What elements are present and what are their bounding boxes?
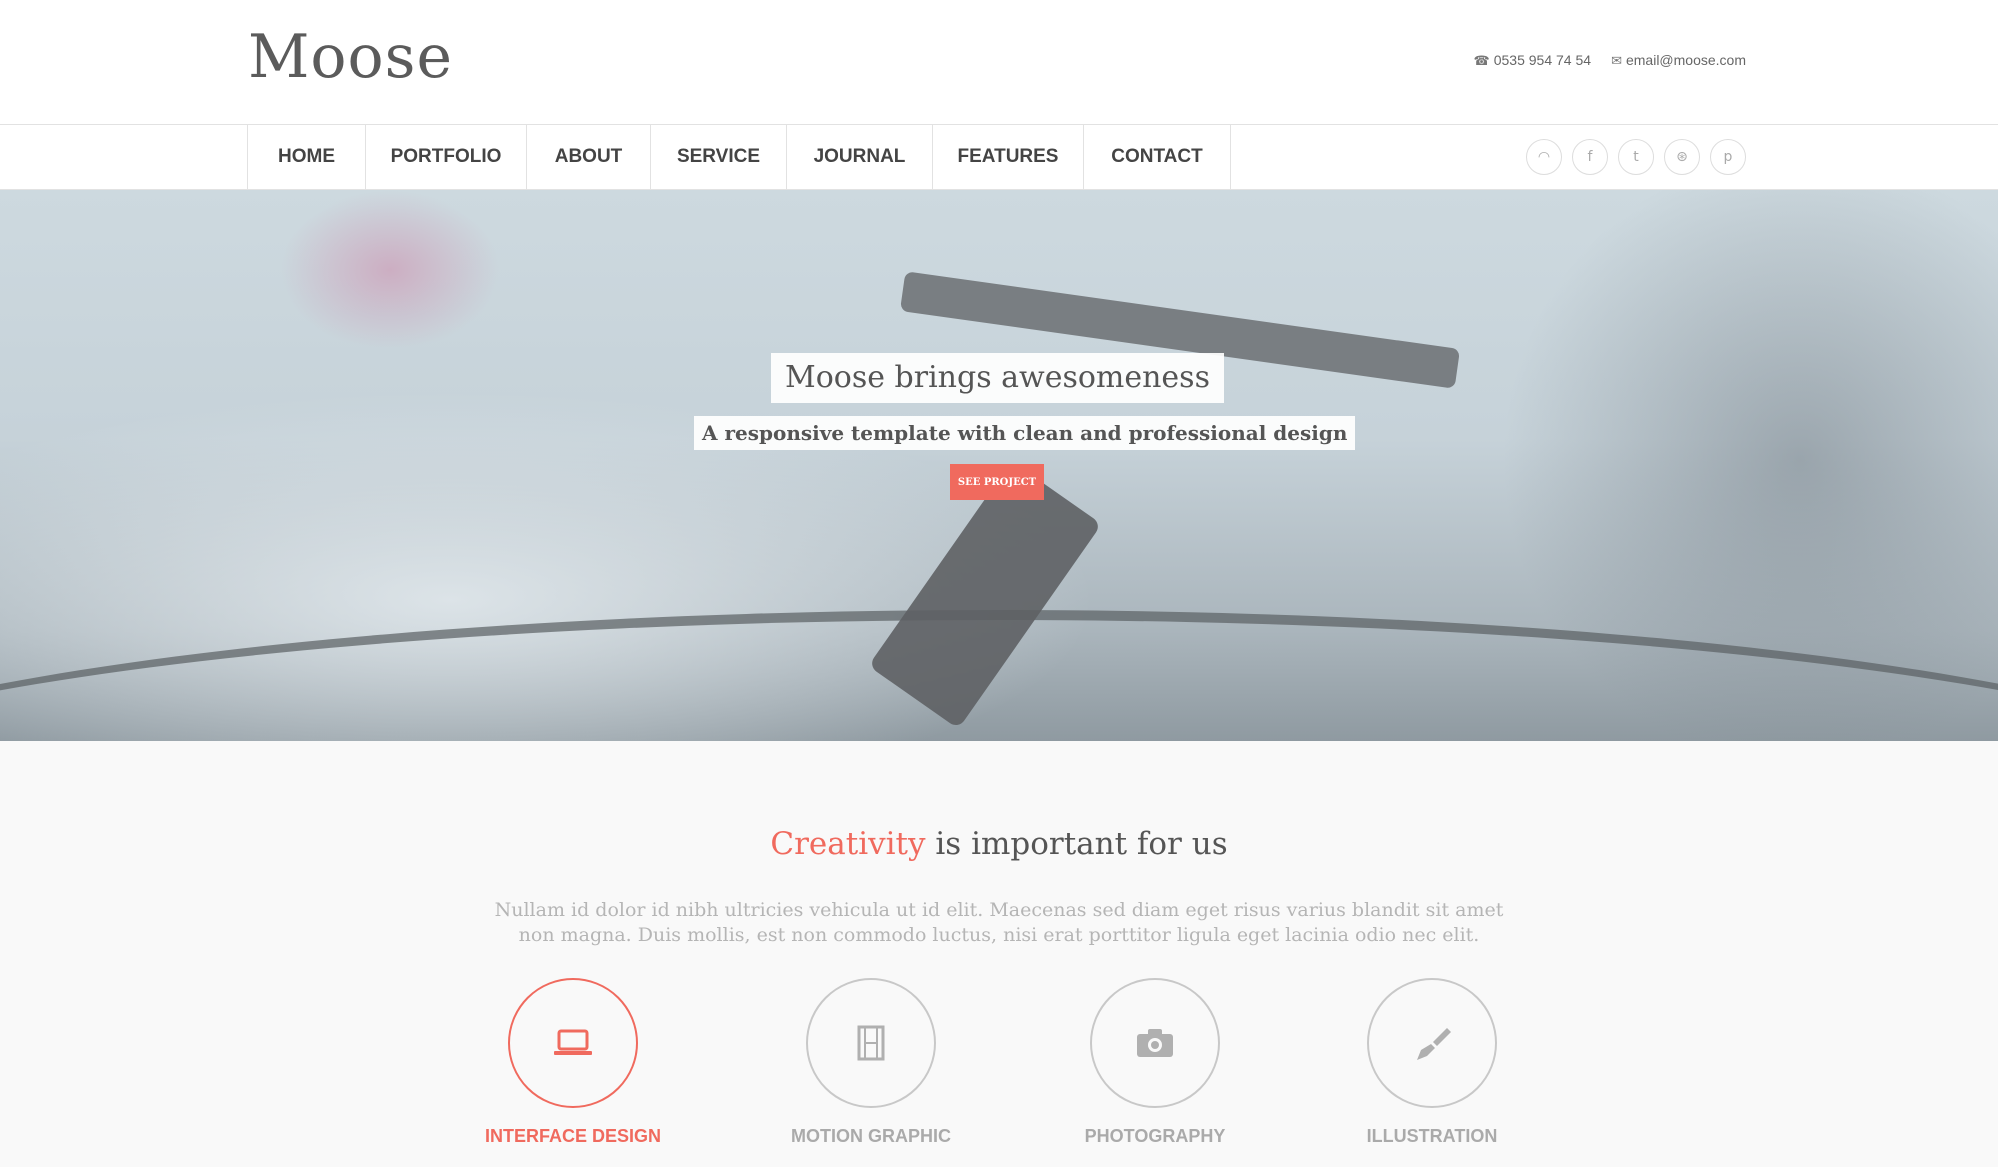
contact-info: ☎ 0535 954 74 54 ✉ email@moose.com [1474,52,1746,69]
email-info[interactable]: ✉ email@moose.com [1611,52,1746,69]
nav-item-portfolio[interactable]: PORTFOLIO [366,125,527,189]
twitter-icon[interactable]: t [1618,139,1654,175]
navbar: HOME PORTFOLIO ABOUT SERVICE JOURNAL FEA… [0,125,1998,190]
brush-icon[interactable] [1367,978,1497,1108]
hero-background-shape [280,190,500,350]
phone-info: ☎ 0535 954 74 54 [1474,52,1592,69]
section-description: Nullam id dolor id nibh ultricies vehicu… [494,899,1504,946]
nav-item-journal[interactable]: JOURNAL [787,125,933,189]
service-interface-design[interactable]: INTERFACE DESIGN [443,978,703,1147]
nav-item-about[interactable]: ABOUT [527,125,651,189]
nav-item-features[interactable]: FEATURES [933,125,1084,189]
see-project-button[interactable]: SEE PROJECT [950,464,1044,500]
main-nav: HOME PORTFOLIO ABOUT SERVICE JOURNAL FEA… [247,125,1231,189]
film-icon[interactable] [806,978,936,1108]
social-links: ◠ f t ⊛ p [1526,139,1746,175]
hero-title: Moose brings awesomeness [771,353,1224,403]
service-photography[interactable]: PHOTOGRAPHY [1025,978,1285,1147]
nav-item-home[interactable]: HOME [248,125,366,189]
site-header: Moose ☎ 0535 954 74 54 ✉ email@moose.com [0,0,1998,125]
section-title-rest: is important for us [925,826,1228,862]
service-label: MOTION GRAPHIC [791,1126,951,1146]
laptop-icon[interactable] [508,978,638,1108]
service-motion-graphic[interactable]: MOTION GRAPHIC [741,978,1001,1147]
hero-subtitle: A responsive template with clean and pro… [694,416,1356,450]
section-title: Creativity is important for us [0,826,1998,862]
phone-icon: ☎ [1473,53,1490,68]
service-label: INTERFACE DESIGN [484,1126,662,1146]
rss-icon[interactable]: ◠ [1526,139,1562,175]
site-logo[interactable]: Moose [248,22,453,92]
dribbble-icon[interactable]: ⊛ [1664,139,1700,175]
phone-number: 0535 954 74 54 [1493,52,1592,68]
facebook-icon[interactable]: f [1572,139,1608,175]
camera-icon[interactable] [1090,978,1220,1108]
email-icon: ✉ [1611,53,1622,68]
service-label: ILLUSTRATION [1366,1126,1498,1146]
nav-item-service[interactable]: SERVICE [651,125,787,189]
section-title-accent: Creativity [770,826,926,862]
pinterest-icon[interactable]: p [1710,139,1746,175]
service-illustration[interactable]: ILLUSTRATION [1302,978,1562,1147]
nav-item-contact[interactable]: CONTACT [1084,125,1231,189]
service-label: PHOTOGRAPHY [1084,1126,1226,1146]
email-address[interactable]: email@moose.com [1626,52,1746,68]
